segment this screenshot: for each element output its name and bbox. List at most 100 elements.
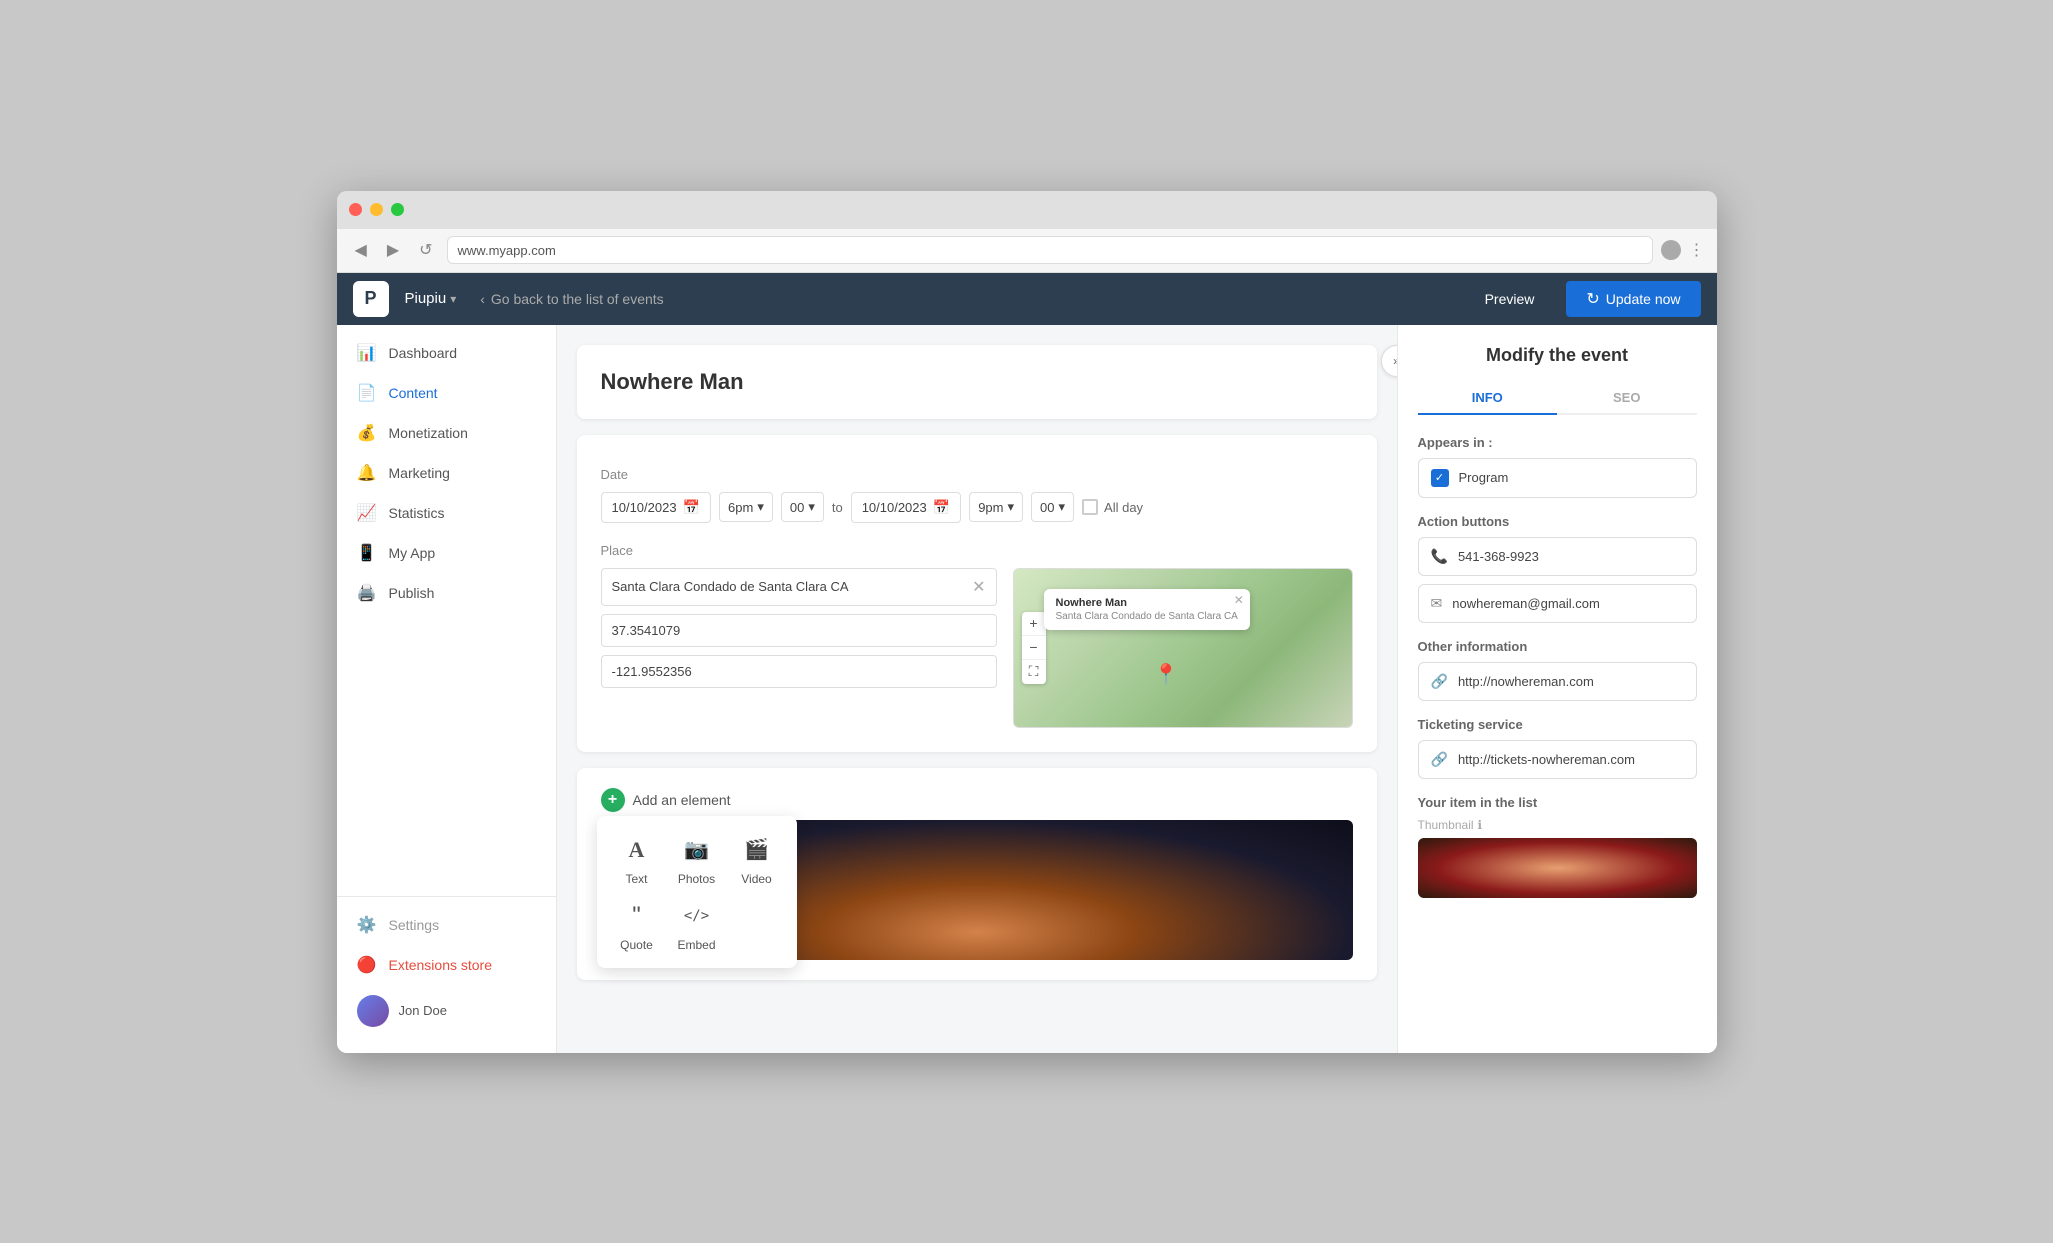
map-zoom-in[interactable]: + (1022, 612, 1046, 636)
end-min-select[interactable]: 00 ▾ (1031, 492, 1074, 522)
publish-icon: 🖨️ (357, 583, 377, 603)
email-action-item[interactable]: ✉ nowhereman@gmail.com (1418, 584, 1697, 623)
action-buttons-section: Action buttons 📞 541-368-9923 ✉ nowherem… (1418, 514, 1697, 623)
panel-title: Modify the event (1418, 345, 1697, 366)
element-type-embed[interactable]: </> Embed (673, 898, 721, 952)
tab-info[interactable]: INFO (1418, 382, 1558, 415)
sidebar-nav: 📊 Dashboard 📄 Content 💰 Monetization 🔔 M… (337, 333, 556, 896)
ticket-link-icon: 🔗 (1431, 751, 1448, 768)
sidebar-item-content[interactable]: 📄 Content (337, 373, 556, 413)
phone-action-item[interactable]: 📞 541-368-9923 (1418, 537, 1697, 576)
longitude-input[interactable] (601, 655, 997, 688)
brand-chevron-icon: ▾ (450, 292, 456, 306)
sidebar-item-myapp[interactable]: 📱 My App (337, 533, 556, 573)
minimize-button[interactable] (370, 203, 383, 216)
right-panel: Modify the event INFO SEO Appears in : ✓… (1397, 325, 1717, 1053)
website-input[interactable]: 🔗 http://nowhereman.com (1418, 662, 1697, 701)
event-title-input[interactable] (601, 369, 1353, 395)
sidebar-item-monetization[interactable]: 💰 Monetization (337, 413, 556, 453)
element-type-video[interactable]: 🎬 Video (733, 832, 781, 886)
appears-in-checkbox[interactable]: ✓ (1431, 469, 1449, 487)
add-element-card: + Add an element A Text 📷 Photos (577, 768, 1377, 980)
ticketing-value: http://tickets-nowhereman.com (1458, 752, 1635, 767)
element-type-photos[interactable]: 📷 Photos (673, 832, 721, 886)
ticketing-input[interactable]: 🔗 http://tickets-nowhereman.com (1418, 740, 1697, 779)
browser-toolbar: ◀ ▶ ↺ www.myapp.com ⋮ (337, 229, 1717, 273)
clear-place-icon[interactable]: ✕ (972, 577, 985, 597)
info-icon: ℹ (1478, 818, 1483, 832)
app-brand[interactable]: Piupiu ▾ (405, 290, 457, 307)
chevron-down-icon: ▾ (808, 499, 815, 515)
video-icon: 🎬 (739, 832, 775, 868)
app-logo: P (353, 281, 389, 317)
refresh-button[interactable]: ↺ (413, 236, 438, 264)
email-value: nowhereman@gmail.com (1452, 596, 1600, 611)
myapp-icon: 📱 (357, 543, 377, 563)
sidebar-item-settings[interactable]: ⚙️ Settings (337, 905, 556, 945)
sidebar-item-publish[interactable]: 🖨️ Publish (337, 573, 556, 613)
latitude-input[interactable] (601, 614, 997, 647)
collapse-panel-button[interactable]: » (1381, 345, 1397, 377)
element-type-text[interactable]: A Text (613, 832, 661, 886)
maximize-button[interactable] (391, 203, 404, 216)
start-min-select[interactable]: 00 ▾ (781, 492, 824, 522)
chevron-down-icon: ▾ (1008, 499, 1015, 515)
app-header: P Piupiu ▾ ‹ Go back to the list of even… (337, 273, 1717, 325)
browser-titlebar (337, 191, 1717, 229)
preview-button[interactable]: Preview (1469, 285, 1551, 313)
map-zoom-out[interactable]: − (1022, 636, 1046, 660)
start-time-select[interactable]: 6pm ▾ (719, 492, 773, 522)
end-date-input[interactable]: 10/10/2023 📅 (851, 492, 962, 523)
map-popup-close[interactable]: ✕ (1234, 593, 1244, 607)
browser-menu-button[interactable]: ⋮ (1689, 240, 1705, 260)
sidebar-item-dashboard[interactable]: 📊 Dashboard (337, 333, 556, 373)
sidebar-item-extensions[interactable]: 🔴 Extensions store (337, 945, 556, 985)
sidebar-item-statistics[interactable]: 📈 Statistics (337, 493, 556, 533)
phone-value: 541-368-9923 (1458, 549, 1539, 564)
user-profile[interactable]: Jon Doe (337, 985, 556, 1037)
element-picker: A Text 📷 Photos 🎬 Video " (597, 816, 797, 968)
thumbnail-info: Thumbnail ℹ (1418, 818, 1697, 832)
place-section: Place Santa Clara Condado de Santa Clara… (601, 543, 1353, 728)
place-search-input[interactable]: Santa Clara Condado de Santa Clara CA ✕ (601, 568, 997, 606)
settings-icon: ⚙️ (357, 915, 377, 935)
thumbnail-image (1418, 838, 1697, 898)
sidebar: 📊 Dashboard 📄 Content 💰 Monetization 🔔 M… (337, 325, 557, 1053)
sidebar-footer: ⚙️ Settings 🔴 Extensions store Jon Doe (337, 896, 556, 1045)
date-row: 10/10/2023 📅 6pm ▾ 00 ▾ to (601, 492, 1353, 523)
back-icon: ‹ (480, 291, 485, 307)
all-day-checkbox[interactable] (1082, 499, 1098, 515)
update-now-button[interactable]: ↻ Update now (1566, 281, 1700, 317)
sidebar-item-marketing[interactable]: 🔔 Marketing (337, 453, 556, 493)
map-background: + − ⛶ ✕ Nowhere Man Santa Clara Condado … (1014, 569, 1352, 727)
dashboard-icon: 📊 (357, 343, 377, 363)
other-info-label: Other information (1418, 639, 1697, 654)
back-button[interactable]: ◀ (349, 236, 373, 264)
map-popup-title: Nowhere Man (1056, 597, 1238, 609)
tab-seo[interactable]: SEO (1557, 382, 1697, 415)
end-time-select[interactable]: 9pm ▾ (969, 492, 1023, 522)
email-icon: ✉ (1431, 595, 1443, 612)
appears-in-section: Appears in : ✓ Program (1418, 435, 1697, 498)
address-bar[interactable]: www.myapp.com (447, 236, 1653, 264)
map-container[interactable]: + − ⛶ ✕ Nowhere Man Santa Clara Condado … (1013, 568, 1353, 728)
browser-window: ◀ ▶ ↺ www.myapp.com ⋮ P Piupiu ▾ ‹ Go ba… (337, 191, 1717, 1053)
forward-button[interactable]: ▶ (381, 236, 405, 264)
photos-icon: 📷 (679, 832, 715, 868)
marketing-icon: 🔔 (357, 463, 377, 483)
appears-in-label: Appears in : (1418, 435, 1697, 450)
date-label: Date (601, 467, 1353, 482)
add-plus-icon: + (601, 788, 625, 812)
list-item-label: Your item in the list (1418, 795, 1697, 810)
map-fullscreen[interactable]: ⛶ (1022, 660, 1046, 684)
browser-avatar (1661, 240, 1681, 260)
appears-in-item[interactable]: ✓ Program (1418, 458, 1697, 498)
element-type-quote[interactable]: " Quote (613, 898, 661, 952)
map-pin-icon: 📍 (1154, 662, 1179, 687)
close-button[interactable] (349, 203, 362, 216)
other-info-section: Other information 🔗 http://nowhereman.co… (1418, 639, 1697, 701)
start-date-input[interactable]: 10/10/2023 📅 (601, 492, 712, 523)
event-details-card: Date 10/10/2023 📅 6pm ▾ 00 (577, 435, 1377, 752)
add-element-button[interactable]: + Add an element (601, 788, 731, 812)
breadcrumb[interactable]: ‹ Go back to the list of events (480, 291, 663, 307)
